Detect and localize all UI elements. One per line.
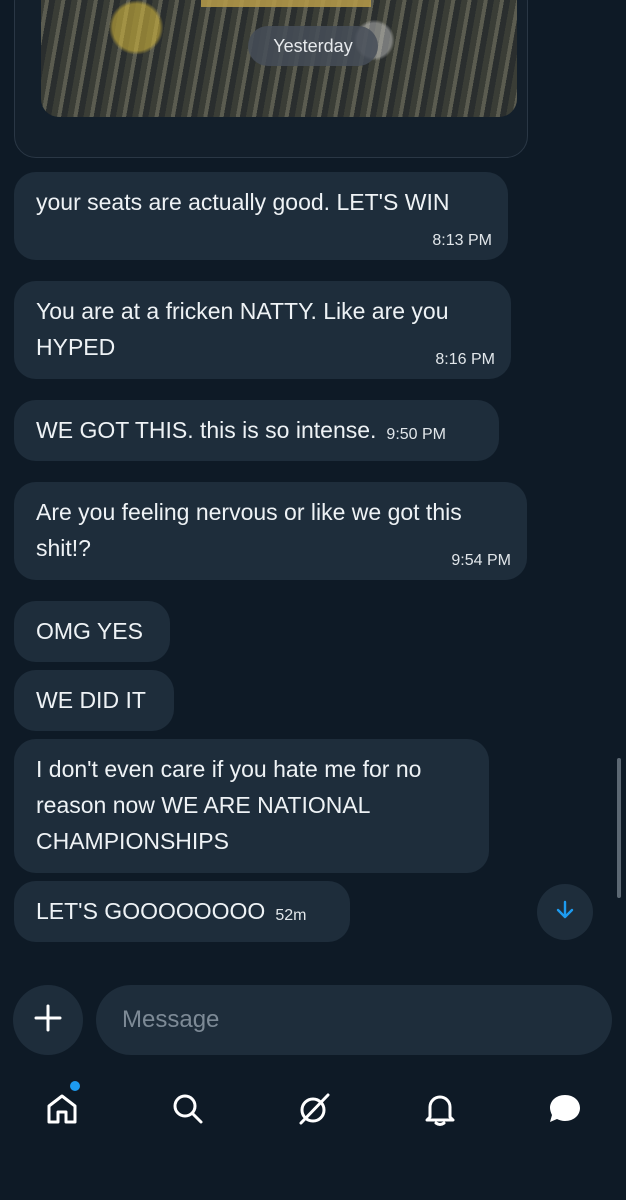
message-bubble[interactable]: OMG YES (14, 601, 170, 662)
messages-icon (546, 1090, 584, 1133)
message-time: 8:13 PM (432, 232, 492, 249)
arena-court (201, 0, 371, 7)
message-text: OMG YES (36, 618, 143, 644)
nav-search[interactable] (158, 1086, 218, 1136)
plus-icon (33, 1003, 63, 1038)
message-text: WE DID IT (36, 687, 146, 713)
message-text: I don't even care if you hate me for no … (36, 756, 422, 854)
message-text: WE GOT THIS. this is so intense. (36, 417, 377, 443)
search-icon (170, 1091, 206, 1132)
arrow-down-icon (554, 899, 576, 926)
message-time: 9:50 PM (386, 426, 447, 443)
scrollbar-thumb[interactable] (617, 758, 621, 898)
message-time: 8:16 PM (435, 351, 495, 368)
message-bubble[interactable]: WE GOT THIS. this is so intense. 9:50 PM (14, 400, 499, 461)
message-bubble[interactable]: Are you feeling nervous or like we got t… (14, 482, 527, 580)
bottom-navigation (0, 1070, 626, 1150)
message-text: your seats are actually good. LET'S WIN (36, 189, 450, 215)
nav-grok[interactable] (284, 1086, 344, 1136)
grok-icon (295, 1090, 333, 1133)
nav-home[interactable] (32, 1086, 92, 1136)
message-time: 9:54 PM (451, 552, 511, 569)
add-attachment-button[interactable] (13, 985, 83, 1055)
home-icon (44, 1091, 80, 1132)
nav-messages[interactable] (535, 1086, 595, 1136)
message-text: LET'S GOOOOOOOO (36, 898, 266, 924)
bell-icon (422, 1091, 458, 1132)
date-separator: Yesterday (248, 26, 378, 66)
message-time: 52m (275, 907, 307, 924)
scroll-to-bottom-button[interactable] (537, 884, 593, 940)
nav-notifications[interactable] (410, 1086, 470, 1136)
message-bubble[interactable]: WE DID IT (14, 670, 174, 731)
message-bubble[interactable]: your seats are actually good. LET'S WIN … (14, 172, 508, 260)
home-notification-dot (70, 1081, 80, 1091)
media-message[interactable] (14, 0, 528, 158)
message-bubble[interactable]: I don't even care if you hate me for no … (14, 739, 489, 873)
message-text: Are you feeling nervous or like we got t… (36, 499, 462, 561)
message-input[interactable] (96, 985, 612, 1055)
message-bubble[interactable]: You are at a fricken NATTY. Like are you… (14, 281, 511, 379)
message-bubble[interactable]: LET'S GOOOOOOOO 52m (14, 881, 350, 942)
